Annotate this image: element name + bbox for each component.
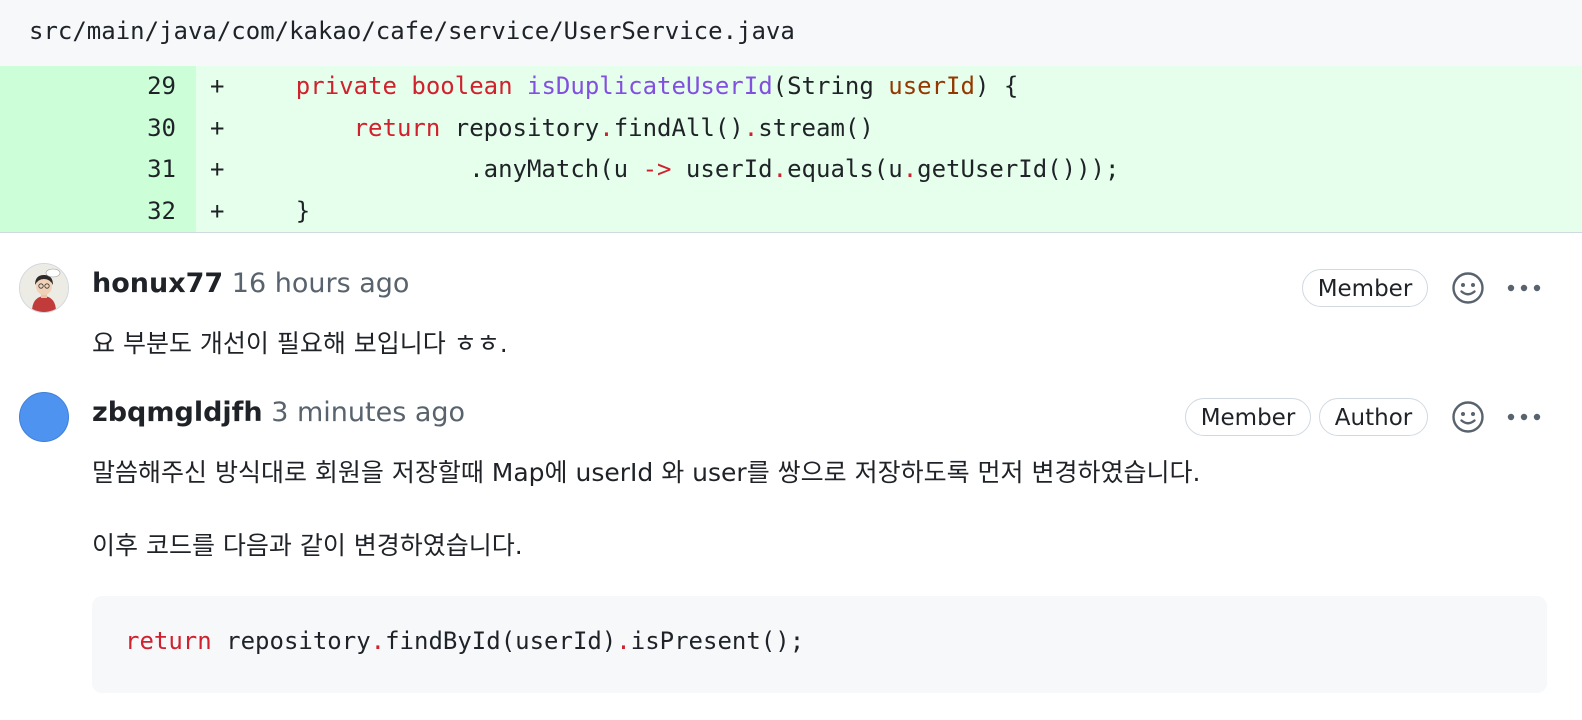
code-token: findAll() <box>613 113 744 142</box>
code-content: return repository.findAll().stream() <box>238 108 874 149</box>
diff-hunk: 29 + private boolean isDuplicateUserId(St… <box>0 66 1582 233</box>
comment-body-paragraph: 이후 코드를 다음과 같이 변경하였습니다. <box>92 531 523 560</box>
line-number[interactable]: 32 <box>0 191 176 232</box>
diff-line: 32 + } <box>0 191 1582 232</box>
kebab-horizontal-icon[interactable] <box>1506 412 1542 422</box>
line-number[interactable]: 30 <box>0 108 176 149</box>
code-token: . <box>772 155 788 183</box>
line-number[interactable]: 29 <box>0 66 176 107</box>
code-token: repository <box>211 627 371 655</box>
code-token: ) { <box>974 72 1019 100</box>
code-token: . <box>599 113 614 142</box>
diff-line: 29 + private boolean isDuplicateUserId(St… <box>0 66 1582 107</box>
code-token: private <box>295 72 397 100</box>
comment-author[interactable]: honux77 <box>92 268 223 299</box>
comment-author[interactable]: zbqmgldjfh <box>92 397 263 428</box>
diff-line: 30 + return repository.findAll().stream() <box>0 108 1582 149</box>
comment-body: 요 부분도 개선이 필요해 보입니다 ㅎㅎ. <box>92 329 508 358</box>
author-badge: Author <box>1319 398 1428 436</box>
code-token: repository <box>440 113 600 142</box>
comment-header: honux77 16 hours ago <box>92 268 409 299</box>
comment-body-paragraph: 말씀해주신 방식대로 회원을 저장할때 Map에 userId 와 user를 … <box>92 458 1201 487</box>
code-content: } <box>238 191 310 232</box>
avatar-honux77[interactable] <box>19 263 69 313</box>
diff-line: 31 + .anyMatch(u -> userId.equals(u.getUs… <box>0 149 1582 190</box>
code-token: .anyMatch(u <box>469 155 643 183</box>
code-token: userId <box>888 72 975 100</box>
code-token: } <box>295 196 311 225</box>
code-token: isDuplicateUserId <box>527 72 773 100</box>
diff-sign: + <box>210 113 225 142</box>
code-token: . <box>902 155 918 183</box>
code-token: findById(userId) <box>385 627 617 655</box>
code-token: getUserId())); <box>917 155 1120 183</box>
code-line: return repository.findById(userId).isPre… <box>125 627 804 655</box>
code-token: userId <box>671 155 773 183</box>
smiley-icon[interactable] <box>1451 271 1485 305</box>
avatar-image <box>20 264 68 312</box>
comment-timestamp[interactable]: 16 hours ago <box>232 268 410 299</box>
diff-sign: + <box>210 196 225 225</box>
avatar-zbqmgldjfh[interactable] <box>19 392 69 442</box>
code-token: . <box>370 627 386 655</box>
code-token: (String <box>772 72 889 100</box>
comment-code-block: return repository.findById(userId).isPre… <box>92 596 1547 693</box>
code-token: . <box>743 113 759 142</box>
kebab-horizontal-icon[interactable] <box>1506 283 1542 293</box>
code-token: . <box>616 627 631 655</box>
line-number[interactable]: 31 <box>0 149 176 190</box>
comment-timestamp[interactable]: 3 minutes ago <box>271 397 465 428</box>
code-content: private boolean isDuplicateUserId(String… <box>238 66 1019 107</box>
code-token: return <box>125 627 212 655</box>
file-header: src/main/java/com/kakao/cafe/service/Use… <box>0 0 1582 66</box>
code-token: stream() <box>758 113 874 142</box>
code-token: boolean <box>411 72 513 100</box>
smiley-icon[interactable] <box>1451 400 1485 434</box>
file-path[interactable]: src/main/java/com/kakao/cafe/service/Use… <box>29 17 795 45</box>
code-token: -> <box>642 155 672 183</box>
member-badge: Member <box>1302 269 1428 307</box>
code-token: isPresent(); <box>630 627 805 655</box>
code-token: return <box>353 113 441 142</box>
code-token: equals(u <box>787 155 903 183</box>
code-content: .anyMatch(u -> userId.equals(u.getUserId… <box>238 149 1119 190</box>
diff-sign: + <box>210 155 225 183</box>
diff-sign: + <box>210 72 225 100</box>
member-badge: Member <box>1185 398 1311 436</box>
comment-header: zbqmgldjfh 3 minutes ago <box>92 397 465 428</box>
